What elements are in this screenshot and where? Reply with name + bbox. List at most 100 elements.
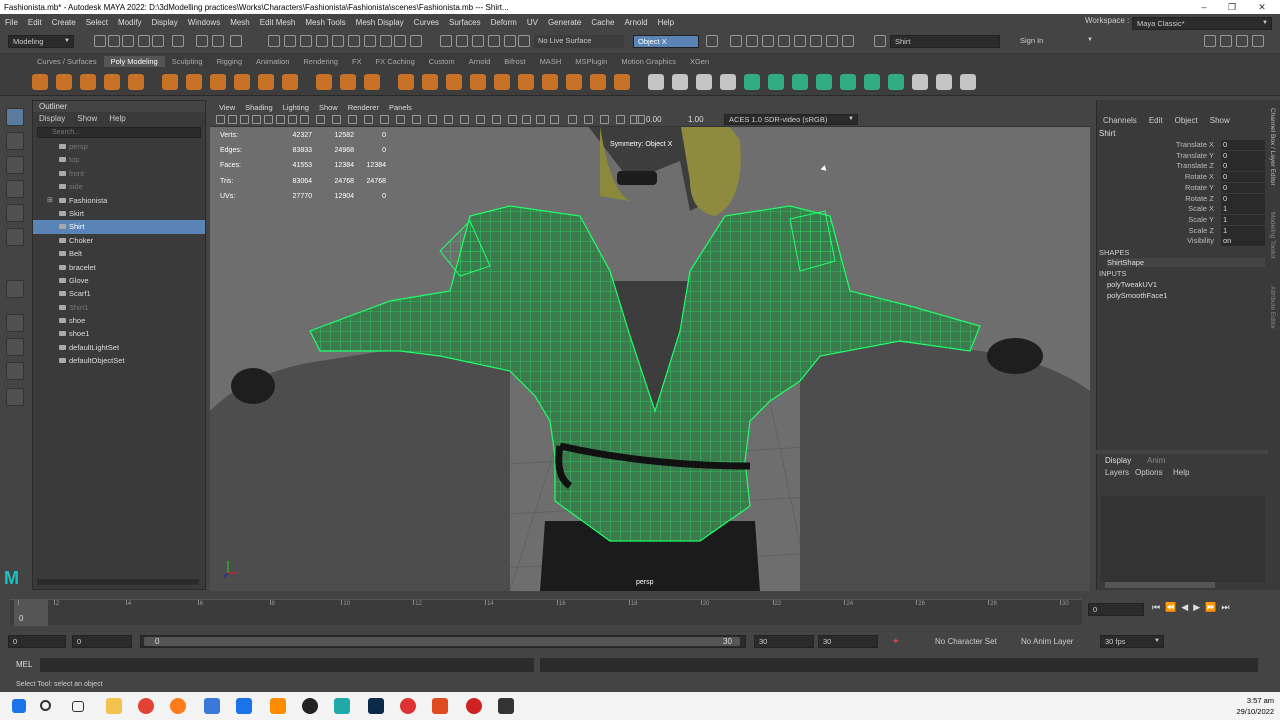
mel-input[interactable]	[40, 658, 534, 672]
channel-value[interactable]: on	[1221, 236, 1265, 247]
viewport-tool-icon[interactable]	[380, 115, 389, 124]
shelf-tool-icon[interactable]	[816, 74, 832, 90]
status-tool-icon[interactable]	[108, 35, 120, 47]
layer-tab-anim[interactable]: Anim	[1147, 456, 1165, 465]
outliner-item-shirt[interactable]: Shirt	[33, 220, 205, 234]
channel-value[interactable]: 0	[1221, 172, 1265, 183]
channel-value[interactable]: 0	[1221, 182, 1265, 193]
outliner-item-glove[interactable]: Glove	[33, 274, 205, 287]
outliner-item-bracelet[interactable]: bracelet	[33, 261, 205, 274]
viewport-tool-icon[interactable]	[584, 115, 593, 124]
outliner-item-persp[interactable]: persp	[33, 140, 205, 153]
shelf-tool-icon[interactable]	[614, 74, 630, 90]
layer-menu-options[interactable]: Options	[1135, 468, 1163, 477]
shelf-tool-icon[interactable]	[864, 74, 880, 90]
shelf-tool-icon[interactable]	[340, 74, 356, 90]
shelf-tool-icon[interactable]	[162, 74, 178, 90]
shelf-tab-mash[interactable]: MASH	[533, 57, 569, 66]
channel-row[interactable]: Translate X 0	[1097, 140, 1269, 151]
menu-modify[interactable]: Modify	[113, 18, 147, 27]
mail-icon[interactable]	[236, 698, 252, 714]
shelf-tab-animation[interactable]: Animation	[249, 57, 296, 66]
photoshop-icon[interactable]	[368, 698, 384, 714]
status-tool-icon[interactable]	[94, 35, 106, 47]
channel-row[interactable]: Translate Y 0	[1097, 150, 1269, 162]
vlc-icon[interactable]	[270, 698, 286, 714]
minimize-button[interactable]: –	[1190, 0, 1218, 14]
fps-dropdown[interactable]: 30 fps ▼	[1100, 635, 1164, 648]
shelf-tab-sculpting[interactable]: Sculpting	[165, 57, 210, 66]
status-tool-icon[interactable]	[364, 35, 376, 47]
status-tool-icon[interactable]	[1220, 35, 1232, 47]
viewport-tool-icon[interactable]	[508, 115, 517, 124]
move-tool-icon[interactable]	[6, 180, 24, 198]
channel-row[interactable]: Scale Y 1	[1097, 214, 1269, 226]
status-tool-icon[interactable]	[316, 35, 328, 47]
shelf-tool-icon[interactable]	[768, 74, 784, 90]
menuset-dropdown[interactable]: Modeling ▼	[8, 35, 74, 48]
maya-taskbar-icon[interactable]	[334, 698, 350, 714]
colorspace-dropdown[interactable]: ACES 1.0 SDR-video (sRGB) ▼	[724, 114, 858, 125]
layer-menu-layers[interactable]: Layers	[1105, 468, 1129, 477]
scene-start-field[interactable]: 0	[8, 635, 66, 648]
shelf-tool-icon[interactable]	[128, 74, 144, 90]
shelf-tool-icon[interactable]	[446, 74, 462, 90]
viewport-tool-icon[interactable]	[228, 115, 237, 124]
shelf-tool-icon[interactable]	[364, 74, 380, 90]
menu-uv[interactable]: UV	[522, 18, 543, 27]
viewport-tool-icon[interactable]	[332, 115, 341, 124]
shelf-tool-icon[interactable]	[210, 74, 226, 90]
mel-label[interactable]: MEL	[16, 660, 32, 669]
outliner-item-defaultobjectset[interactable]: defaultObjectSet	[33, 354, 205, 367]
outliner-item-side[interactable]: side	[33, 180, 205, 193]
live-surface-field[interactable]: No Live Surface	[534, 35, 624, 48]
shelf-tool-icon[interactable]	[234, 74, 250, 90]
channel-value[interactable]: 0	[1221, 193, 1265, 204]
viewport-tool-icon[interactable]	[300, 115, 309, 124]
windows-start-icon[interactable]	[12, 699, 26, 713]
shelf-tool-icon[interactable]	[258, 74, 274, 90]
playback-controls-icon[interactable]: ⏮⏪◀▶⏩⏭	[1152, 602, 1234, 613]
layer-menu-help[interactable]: Help	[1173, 468, 1189, 477]
shelf-tab-poly-modeling[interactable]: Poly Modeling	[103, 55, 165, 67]
shelf-tool-icon[interactable]	[912, 74, 928, 90]
viewport-menu-renderer[interactable]: Renderer	[345, 103, 382, 112]
status-tool-icon[interactable]	[332, 35, 344, 47]
anim-end-field[interactable]: 30	[754, 635, 814, 648]
viewport-panel[interactable]: View Shading Lighting Show Renderer Panels 0.…	[210, 101, 1090, 591]
status-tool-icon[interactable]	[826, 35, 838, 47]
channel-menu-edit[interactable]: Edit	[1149, 116, 1163, 125]
menu-select[interactable]: Select	[81, 18, 113, 27]
outliner-menu-display[interactable]: Display	[39, 114, 65, 123]
expand-icon[interactable]: ⊞	[47, 194, 53, 207]
search-app-icon[interactable]	[302, 698, 318, 714]
channel-menu-object[interactable]: Object	[1175, 116, 1198, 125]
menu-mesh[interactable]: Mesh	[225, 18, 255, 27]
store-icon[interactable]	[204, 698, 220, 714]
menu-windows[interactable]: Windows	[183, 18, 225, 27]
viewport-tool-icon[interactable]	[252, 115, 261, 124]
status-tool-icon[interactable]	[706, 35, 718, 47]
taskbar-time[interactable]: 3:57 am	[1238, 696, 1274, 705]
shelf-tool-icon[interactable]	[744, 74, 760, 90]
viewport-menu-panels[interactable]: Panels	[386, 103, 415, 112]
shelf-tool-icon[interactable]	[422, 74, 438, 90]
viewport-tool-icon[interactable]	[288, 115, 297, 124]
viewport-tool-icon[interactable]	[522, 115, 531, 124]
menu-edit-mesh[interactable]: Edit Mesh	[255, 18, 301, 27]
outliner-item-top[interactable]: top	[33, 153, 205, 166]
status-tool-icon[interactable]	[300, 35, 312, 47]
viewport-tool-icon[interactable]	[316, 115, 325, 124]
scale-tool-icon[interactable]	[6, 228, 24, 246]
status-tool-icon[interactable]	[284, 35, 296, 47]
input-node[interactable]: polyTweakUV1	[1107, 280, 1157, 289]
status-tool-icon[interactable]	[394, 35, 406, 47]
shelf-tool-icon[interactable]	[80, 74, 96, 90]
status-tool-icon[interactable]	[518, 35, 530, 47]
status-tool-icon[interactable]	[152, 35, 164, 47]
status-tool-icon[interactable]	[472, 35, 484, 47]
status-tool-icon[interactable]	[1236, 35, 1248, 47]
shelf-tab-msplugin[interactable]: MSPlugin	[568, 57, 614, 66]
channel-menu-show[interactable]: Show	[1210, 116, 1230, 125]
status-tool-icon[interactable]	[122, 35, 134, 47]
